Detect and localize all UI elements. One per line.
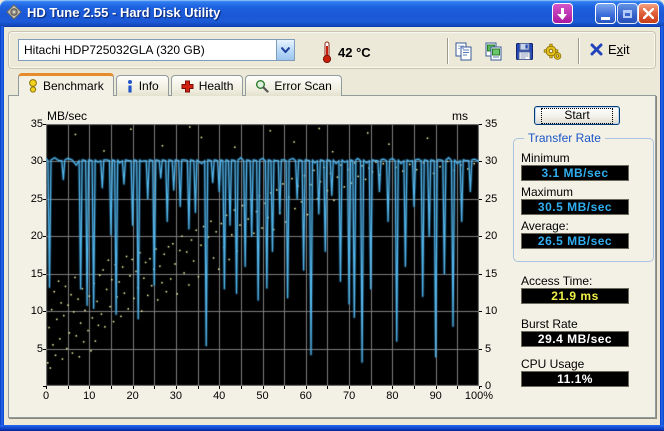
lightbulb-icon <box>29 79 37 93</box>
average-label: Average: <box>521 219 569 233</box>
window-title: HD Tune 2.55 - Hard Disk Utility <box>27 4 221 20</box>
toolbar-separator-2 <box>578 38 580 64</box>
magnifier-icon <box>256 80 270 93</box>
start-button[interactable]: Start <box>534 106 620 125</box>
y-axis-label-left: MB/sec <box>47 109 88 123</box>
drive-select-dropdown[interactable]: Hitachi HDP725032GLA (320 GB) <box>18 39 295 61</box>
window-border-right <box>660 26 664 431</box>
save-button[interactable] <box>513 40 536 63</box>
window-border-left <box>0 26 4 431</box>
y-axis-label-right: ms <box>452 109 468 123</box>
minimum-label: Minimum <box>521 151 570 165</box>
app-icon <box>6 4 22 20</box>
tab-benchmark[interactable]: Benchmark <box>18 73 114 96</box>
floppy-disk-icon <box>516 43 533 60</box>
access-time-label: Access Time: <box>521 274 593 288</box>
copy-image-icon <box>485 42 502 61</box>
copy-text-button[interactable] <box>453 40 476 63</box>
cpu-usage-label: CPU Usage <box>521 357 585 371</box>
exit-button[interactable]: Exit <box>590 42 630 57</box>
maximum-value: 30.5 MB/sec <box>521 199 629 215</box>
tab-error-scan[interactable]: Error Scan <box>245 75 342 96</box>
close-icon <box>643 8 654 19</box>
thermometer-icon <box>322 41 332 63</box>
window-border-bottom <box>0 425 664 431</box>
exit-x-icon <box>590 43 603 56</box>
average-value: 26.5 MB/sec <box>521 233 629 249</box>
minimize-icon <box>601 17 610 20</box>
drive-select-value: Hitachi HDP725032GLA (320 GB) <box>24 43 205 57</box>
benchmark-chart-canvas <box>46 124 479 386</box>
info-i-icon <box>127 79 132 92</box>
hd-tune-window: HD Tune 2.55 - Hard Disk Utility Hitachi… <box>0 0 664 431</box>
chevron-down-icon[interactable] <box>276 40 294 60</box>
maximize-button[interactable] <box>617 3 638 24</box>
options-button[interactable] <box>541 40 564 63</box>
transfer-rate-title: Transfer Rate <box>524 131 605 145</box>
down-arrow-icon <box>557 7 567 20</box>
toolbar-separator <box>447 38 449 64</box>
benchmark-graph <box>46 124 479 386</box>
tab-info[interactable]: Info <box>115 75 169 96</box>
start-button-label: Start <box>541 107 613 124</box>
exit-label: Exit <box>608 42 630 57</box>
benchmark-panel: MB/sec ms 35 30 25 20 15 10 5 35 30 25 20 15 10 5 0 0… <box>8 95 656 418</box>
copy-icon <box>455 42 472 61</box>
maximum-label: Maximum <box>521 185 574 199</box>
temperature-value: 42 °C <box>338 45 371 60</box>
tab-strip: Benchmark Info Health Error Scan <box>18 73 344 96</box>
download-arrow-button[interactable] <box>552 3 573 24</box>
red-cross-icon <box>181 80 194 92</box>
close-button[interactable] <box>638 3 659 24</box>
burst-rate-label: Burst Rate <box>521 317 578 331</box>
cpu-usage-value: 11.1% <box>521 371 629 387</box>
copy-image-button[interactable] <box>483 40 506 63</box>
minimize-button[interactable] <box>595 3 616 24</box>
tab-health[interactable]: Health <box>170 75 244 96</box>
gears-icon <box>543 43 561 60</box>
minimum-value: 3.1 MB/sec <box>521 165 629 181</box>
titlebar[interactable]: HD Tune 2.55 - Hard Disk Utility <box>0 0 664 27</box>
access-time-value: 21.9 ms <box>521 288 629 304</box>
maximize-icon <box>623 9 632 18</box>
burst-rate-value: 29.4 MB/sec <box>521 331 629 347</box>
